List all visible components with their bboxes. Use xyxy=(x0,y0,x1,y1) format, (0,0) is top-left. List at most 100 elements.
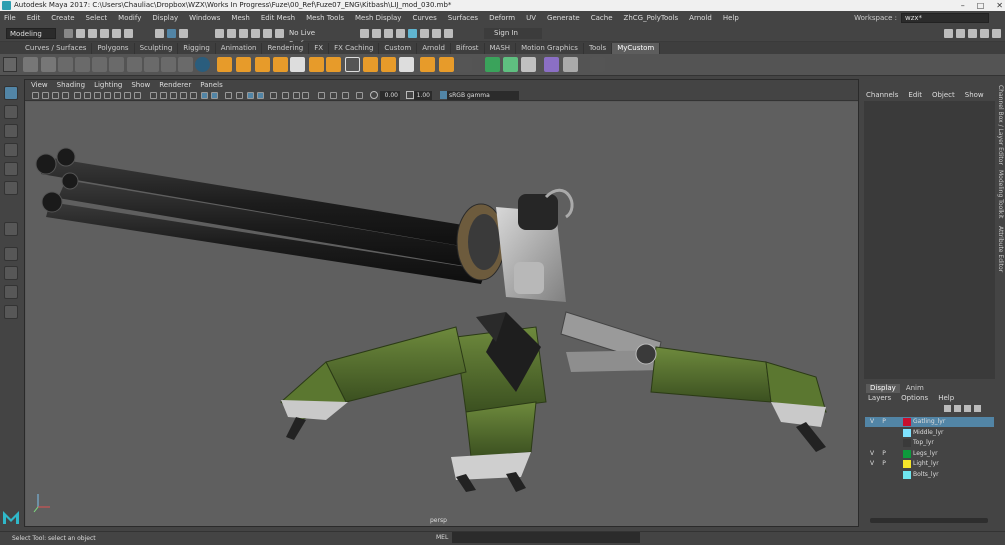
layer-row[interactable]: Middle_lyr xyxy=(865,428,994,438)
arnold-render-icon[interactable] xyxy=(420,29,429,38)
pause-icon[interactable] xyxy=(444,29,453,38)
command-line-input[interactable] xyxy=(452,532,640,543)
shelf-tab-mash[interactable]: MASH xyxy=(485,43,517,54)
panel-menu-panels[interactable]: Panels xyxy=(200,80,223,90)
shelf-cent-button[interactable] xyxy=(23,57,38,72)
shelf-css-button[interactable] xyxy=(58,57,73,72)
live-surface-field[interactable]: No Live Surface xyxy=(286,28,342,48)
channel-box-menu-object[interactable]: Object xyxy=(932,91,955,99)
layer-visibility-toggle[interactable] xyxy=(867,470,877,480)
layer-row[interactable]: V P Light_lyr xyxy=(865,459,994,469)
channel-box-icon[interactable] xyxy=(980,29,989,38)
menu-modify[interactable]: Modify xyxy=(118,14,141,22)
bevel-icon[interactable] xyxy=(381,57,396,72)
shelf-tab-curves-surfaces[interactable]: Curves / Surfaces xyxy=(20,43,93,54)
menu-windows[interactable]: Windows xyxy=(189,14,220,22)
bend-icon[interactable] xyxy=(563,57,578,72)
outliner-layout-icon[interactable] xyxy=(4,305,18,319)
layer-visibility-toggle[interactable]: V xyxy=(867,417,877,427)
new-empty-layer-icon[interactable] xyxy=(964,405,971,412)
camera-pan-icon[interactable] xyxy=(330,92,337,99)
maximize-button[interactable]: □ xyxy=(977,0,985,11)
lattice-icon[interactable] xyxy=(544,57,559,72)
xray-joints-icon[interactable] xyxy=(282,92,289,99)
anti-aliasing-icon[interactable] xyxy=(236,92,243,99)
menu-uv[interactable]: UV xyxy=(526,14,536,22)
layer-color-swatch[interactable] xyxy=(903,450,911,458)
depth-of-field-icon[interactable] xyxy=(247,92,254,99)
scale-tool-icon[interactable] xyxy=(4,181,18,195)
panel-menu-lighting[interactable]: Lighting xyxy=(94,80,122,90)
gamma-field[interactable]: 1.00 xyxy=(414,91,432,100)
layer-display-type[interactable] xyxy=(891,449,901,459)
close-button[interactable]: ✕ xyxy=(996,0,1003,11)
shelf-custom-button[interactable] xyxy=(109,57,124,72)
append-icon[interactable] xyxy=(420,57,435,72)
target-weld-icon[interactable] xyxy=(457,57,472,72)
menu-surfaces[interactable]: Surfaces xyxy=(448,14,478,22)
menu-set-dropdown[interactable]: Modeling xyxy=(6,28,56,39)
soft-edge-icon[interactable] xyxy=(485,57,500,72)
layer-row[interactable]: Bolts_lyr xyxy=(865,470,994,480)
layer-row[interactable]: Top_lyr xyxy=(865,438,994,448)
layer-color-swatch[interactable] xyxy=(903,471,911,479)
snap-point-icon[interactable] xyxy=(239,29,248,38)
menu-edit-mesh[interactable]: Edit Mesh xyxy=(261,14,295,22)
menu-edit[interactable]: Edit xyxy=(27,14,41,22)
workspace-dropdown[interactable]: wzx* xyxy=(901,13,989,23)
menu-generate[interactable]: Generate xyxy=(547,14,580,22)
exposure-field[interactable]: 0.00 xyxy=(380,91,400,100)
menu-cache[interactable]: Cache xyxy=(591,14,613,22)
menu-file[interactable]: File xyxy=(4,14,16,22)
side-tab-channel-box[interactable]: Channel Box / Layer Editor xyxy=(997,85,1004,165)
select-component-icon[interactable] xyxy=(179,29,188,38)
shelf-tab-polygons[interactable]: Polygons xyxy=(92,43,135,54)
layer-playback-toggle[interactable] xyxy=(879,438,889,448)
color-space-dropdown[interactable]: sRGB gamma xyxy=(447,91,519,100)
layer-menu-options[interactable]: Options xyxy=(901,394,928,402)
shelf-tab-custom[interactable]: Custom xyxy=(379,43,418,54)
rotate-tool-icon[interactable] xyxy=(4,162,18,176)
channel-box-menu-channels[interactable]: Channels xyxy=(866,91,898,99)
move-layer-down-icon[interactable] xyxy=(954,405,961,412)
render-settings-icon[interactable] xyxy=(396,29,405,38)
paint-select-tool-icon[interactable] xyxy=(4,124,18,138)
combine-icon[interactable] xyxy=(309,57,324,72)
shelf-tab-rendering[interactable]: Rendering xyxy=(262,43,310,54)
layer-display-type[interactable] xyxy=(891,438,901,448)
gate-mask-icon[interactable] xyxy=(104,92,111,99)
layer-row[interactable]: V P Gatling_lyr xyxy=(865,417,994,427)
all-lights-icon[interactable] xyxy=(190,92,197,99)
layer-visibility-toggle[interactable] xyxy=(867,438,877,448)
minimize-button[interactable]: – xyxy=(961,0,965,11)
four-view-layout-icon[interactable] xyxy=(4,266,18,280)
menu-arnold[interactable]: Arnold xyxy=(689,14,712,22)
menu-deform[interactable]: Deform xyxy=(489,14,515,22)
ipr-render-icon[interactable] xyxy=(384,29,393,38)
wireframe-icon[interactable] xyxy=(150,92,157,99)
shelf-tab-animation[interactable]: Animation xyxy=(216,43,263,54)
grid-toggle-icon[interactable] xyxy=(74,92,81,99)
layer-scrollbar[interactable] xyxy=(870,518,988,523)
layer-menu-layers[interactable]: Layers xyxy=(868,394,891,402)
bridge-icon[interactable] xyxy=(399,57,414,72)
menu-display[interactable]: Display xyxy=(152,14,178,22)
new-layer-from-selection-icon[interactable] xyxy=(974,405,981,412)
motion-blur-icon[interactable] xyxy=(225,92,232,99)
move-tool-icon[interactable] xyxy=(4,143,18,157)
layer-menu-help[interactable]: Help xyxy=(938,394,954,402)
snap-grid-icon[interactable] xyxy=(215,29,224,38)
screen-space-ao-icon[interactable] xyxy=(211,92,218,99)
field-chart-icon[interactable] xyxy=(114,92,121,99)
layer-color-swatch[interactable] xyxy=(903,439,911,447)
layer-display-type[interactable] xyxy=(891,417,901,427)
camera-icon[interactable] xyxy=(318,92,325,99)
shelf-hilite-button[interactable] xyxy=(75,57,90,72)
shelf-tab-fx[interactable]: FX xyxy=(309,43,330,54)
image-plane-icon[interactable] xyxy=(62,92,69,99)
poly-torus-icon[interactable] xyxy=(273,57,288,72)
shelf-copies-button[interactable] xyxy=(161,57,176,72)
outliner-icon[interactable] xyxy=(992,29,1001,38)
tab-display[interactable]: Display xyxy=(866,384,900,393)
layer-display-type[interactable] xyxy=(891,470,901,480)
